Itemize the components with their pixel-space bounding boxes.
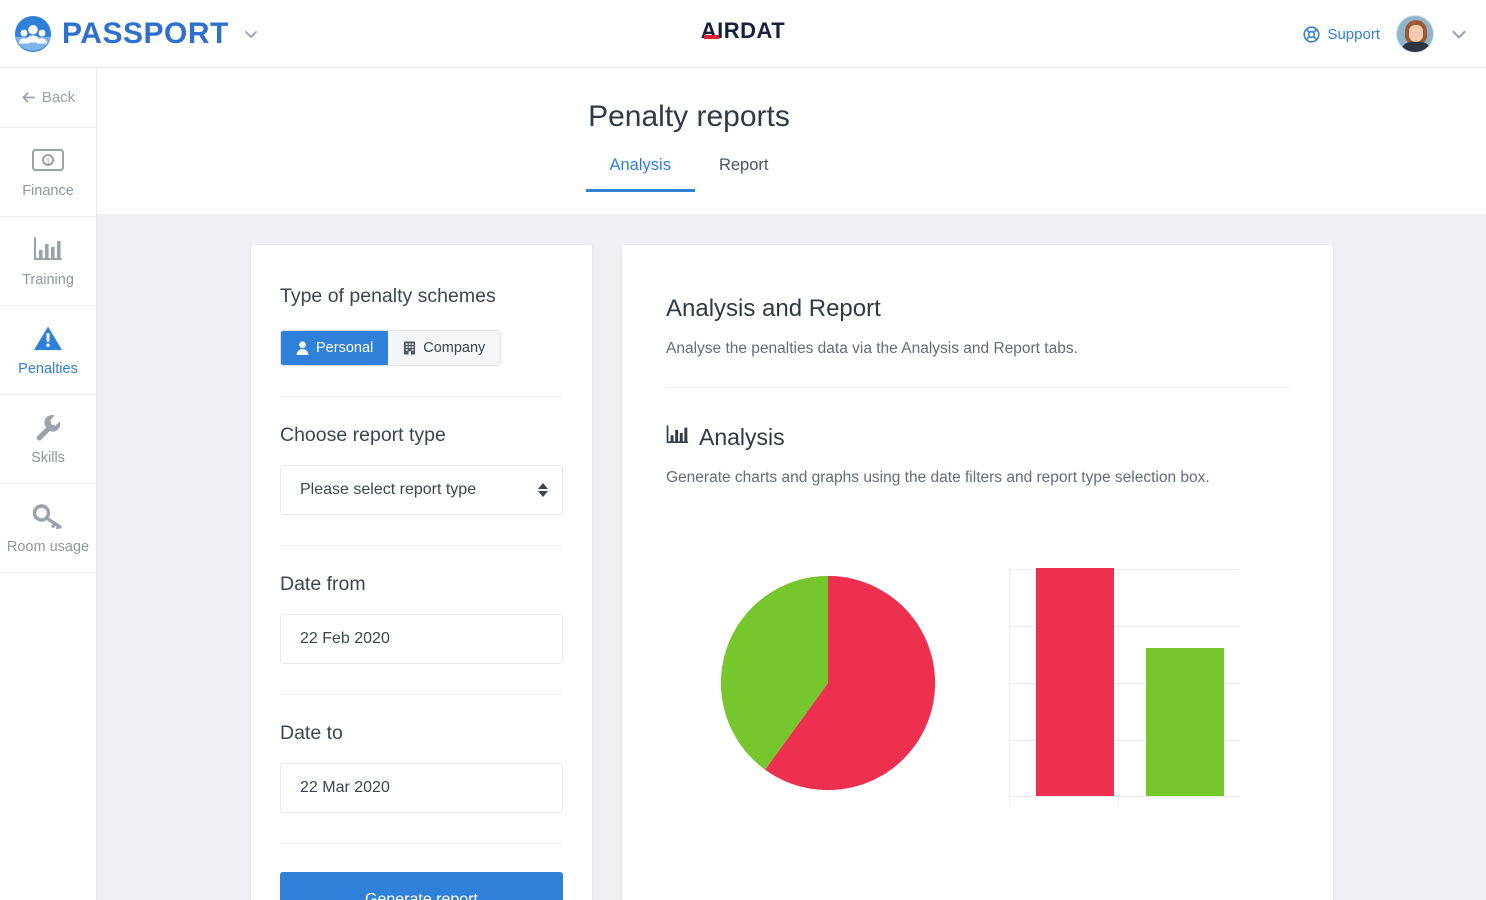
filters-card: Type of penalty schemes Personal Company… <box>251 245 592 900</box>
app-root: PASSPORT AIRDAT Support Back 1 Finance T… <box>0 0 1486 900</box>
sidebar-item-label: Training <box>22 272 74 288</box>
date-to-group: Date to 22 Mar 2020 <box>280 695 563 813</box>
tab-bar: Analysis Report <box>0 156 1486 192</box>
date-to-input[interactable]: 22 Mar 2020 <box>280 763 563 813</box>
brand-logo[interactable]: PASSPORT <box>14 15 259 53</box>
gridline <box>1008 796 1239 797</box>
report-type-value: Please select report type <box>300 481 477 498</box>
select-spinner-icon <box>538 483 548 497</box>
tab-report[interactable]: Report <box>695 156 793 192</box>
sidebar-item-label: Penalties <box>18 361 78 377</box>
analysis-card-body: Analysis and Report Analyse the penaltie… <box>622 295 1333 487</box>
sidebar-item-room-usage[interactable]: Room usage <box>0 484 96 573</box>
report-type-select[interactable]: Please select report type <box>280 465 563 515</box>
generate-report-button[interactable]: Generate report <box>280 872 563 900</box>
bar-chart <box>1008 568 1239 806</box>
date-from-input[interactable]: 22 Feb 2020 <box>280 614 563 664</box>
tab-analysis[interactable]: Analysis <box>585 156 695 192</box>
lifebuoy-icon <box>1303 25 1321 43</box>
date-to-heading: Date to <box>280 722 343 744</box>
airdat-red-bar <box>703 35 719 39</box>
page-title: Penalty reports <box>588 100 790 133</box>
page-header: Penalty reports Analysis Report <box>97 68 1486 214</box>
airdat-logo-text: AIRDAT <box>700 18 786 43</box>
warning-triangle-icon <box>33 323 63 353</box>
sidebar-item-label: Room usage <box>6 539 90 555</box>
brand-name: PASSPORT <box>62 16 229 50</box>
analysis-subtitle: Analyse the penalties data via the Analy… <box>666 340 1078 357</box>
support-label: Support <box>1327 25 1380 43</box>
scheme-option-personal[interactable]: Personal <box>281 331 389 365</box>
bar-chart-icon <box>666 424 689 451</box>
sidebar: Back 1 Finance Training Penalties Skills… <box>0 68 97 900</box>
analysis-section-heading: Analysis <box>666 424 1289 451</box>
report-type-group: Choose report type Please select report … <box>280 397 563 515</box>
pie-chart <box>720 575 935 791</box>
profile-chevron-down-icon[interactable] <box>1450 25 1468 43</box>
avatar[interactable] <box>1396 15 1434 53</box>
analysis-title: Analysis and Report <box>666 295 881 322</box>
building-icon <box>404 341 416 355</box>
bar-red <box>1035 568 1114 796</box>
passport-logo-icon <box>14 15 52 52</box>
report-type-heading: Choose report type <box>280 424 446 446</box>
sidebar-item-skills[interactable]: Skills <box>0 395 96 484</box>
person-icon <box>296 341 309 355</box>
date-from-group: Date from 22 Feb 2020 <box>280 546 563 664</box>
scheme-option-company[interactable]: Company <box>388 331 501 365</box>
content-area: Type of penalty schemes Personal Company… <box>97 214 1486 900</box>
avatar-body <box>1401 42 1431 52</box>
analysis-card: Analysis and Report Analyse the penaltie… <box>622 245 1333 900</box>
divider <box>666 387 1289 388</box>
scheme-toggle-group: Personal Company <box>280 330 502 366</box>
sidebar-item-label: Skills <box>31 450 65 466</box>
scheme-option-label: Company <box>423 340 486 356</box>
sidebar-item-training[interactable]: Training <box>0 217 96 306</box>
gridline <box>1117 569 1119 806</box>
analysis-section-text: Generate charts and graphs using the dat… <box>666 469 1210 486</box>
scheme-heading: Type of penalty schemes <box>280 285 496 307</box>
top-bar-right: Support <box>1303 0 1468 68</box>
bar-green <box>1145 648 1224 796</box>
charts-row <box>622 568 1333 806</box>
bar-chart-icon <box>33 234 63 264</box>
date-from-value: 22 Feb 2020 <box>300 630 390 647</box>
top-bar: PASSPORT AIRDAT Support <box>0 0 1486 68</box>
date-from-heading: Date from <box>280 573 366 595</box>
divider <box>280 843 563 844</box>
key-icon <box>32 501 64 531</box>
analysis-section-title: Analysis <box>699 424 785 450</box>
gridline <box>1008 569 1010 806</box>
sidebar-item-penalties[interactable]: Penalties <box>0 306 96 395</box>
wrench-icon <box>33 412 63 442</box>
support-button[interactable]: Support <box>1303 26 1380 43</box>
scheme-option-label: Personal <box>316 340 374 356</box>
panels: Type of penalty schemes Personal Company… <box>251 245 1333 900</box>
date-to-value: 22 Mar 2020 <box>300 779 390 796</box>
chevron-down-icon[interactable] <box>243 26 259 42</box>
avatar-face <box>1409 25 1423 42</box>
